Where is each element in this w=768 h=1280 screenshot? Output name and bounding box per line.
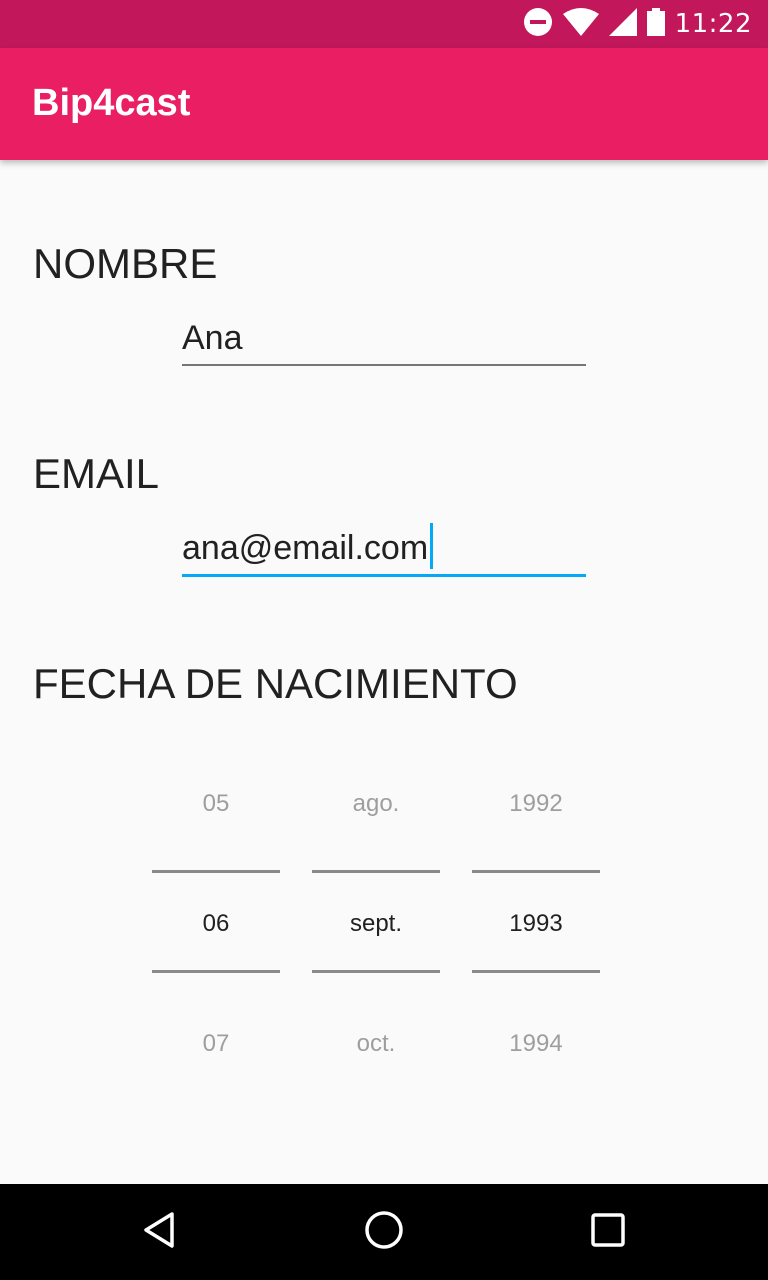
wifi-icon xyxy=(562,8,599,40)
navigation-bar xyxy=(0,1184,768,1280)
day-picker[interactable]: 05 06 07 xyxy=(152,760,280,1090)
month-picker[interactable]: ago. sept. oct. xyxy=(312,760,440,1090)
month-next[interactable]: oct. xyxy=(312,1030,440,1058)
day-selected[interactable]: 06 xyxy=(152,910,280,938)
day-next[interactable]: 07 xyxy=(152,1030,280,1058)
app-bar: Bip4cast xyxy=(0,48,768,160)
email-label: EMAIL xyxy=(33,450,160,497)
fecha-label: FECHA DE NACIMIENTO xyxy=(33,660,518,707)
day-prev[interactable]: 05 xyxy=(152,790,280,818)
back-icon xyxy=(140,1210,180,1254)
email-field-content: ana@email.com xyxy=(182,523,434,573)
year-divider-top xyxy=(472,870,600,873)
email-field-value: ana@email.com xyxy=(182,529,429,567)
cell-signal-icon xyxy=(608,8,637,40)
app-title: Bip4cast xyxy=(32,82,191,124)
back-button[interactable] xyxy=(136,1208,184,1256)
status-bar: 11:22 xyxy=(0,0,768,48)
year-divider-bottom xyxy=(472,970,600,973)
do-not-disturb-icon xyxy=(523,7,553,41)
year-prev[interactable]: 1992 xyxy=(472,790,600,818)
nombre-field-value: Ana xyxy=(182,319,243,357)
day-divider-top xyxy=(152,870,280,873)
text-cursor xyxy=(430,523,434,570)
year-selected[interactable]: 1993 xyxy=(472,910,600,938)
battery-icon xyxy=(646,8,665,40)
month-selected[interactable]: sept. xyxy=(312,910,440,938)
nombre-label: NOMBRE xyxy=(33,240,218,287)
status-time: 11:22 xyxy=(674,9,752,39)
home-button[interactable] xyxy=(360,1208,408,1256)
recents-button[interactable] xyxy=(584,1208,632,1256)
home-icon xyxy=(364,1210,404,1254)
year-picker[interactable]: 1992 1993 1994 xyxy=(472,760,600,1090)
day-divider-bottom xyxy=(152,970,280,973)
month-divider-top xyxy=(312,870,440,873)
recents-icon xyxy=(588,1210,628,1254)
month-divider-bottom xyxy=(312,970,440,973)
email-field[interactable]: ana@email.com xyxy=(182,523,586,577)
status-icons: 11:22 xyxy=(523,0,752,48)
nombre-field[interactable]: Ana xyxy=(182,316,586,366)
year-next[interactable]: 1994 xyxy=(472,1030,600,1058)
month-prev[interactable]: ago. xyxy=(312,790,440,818)
